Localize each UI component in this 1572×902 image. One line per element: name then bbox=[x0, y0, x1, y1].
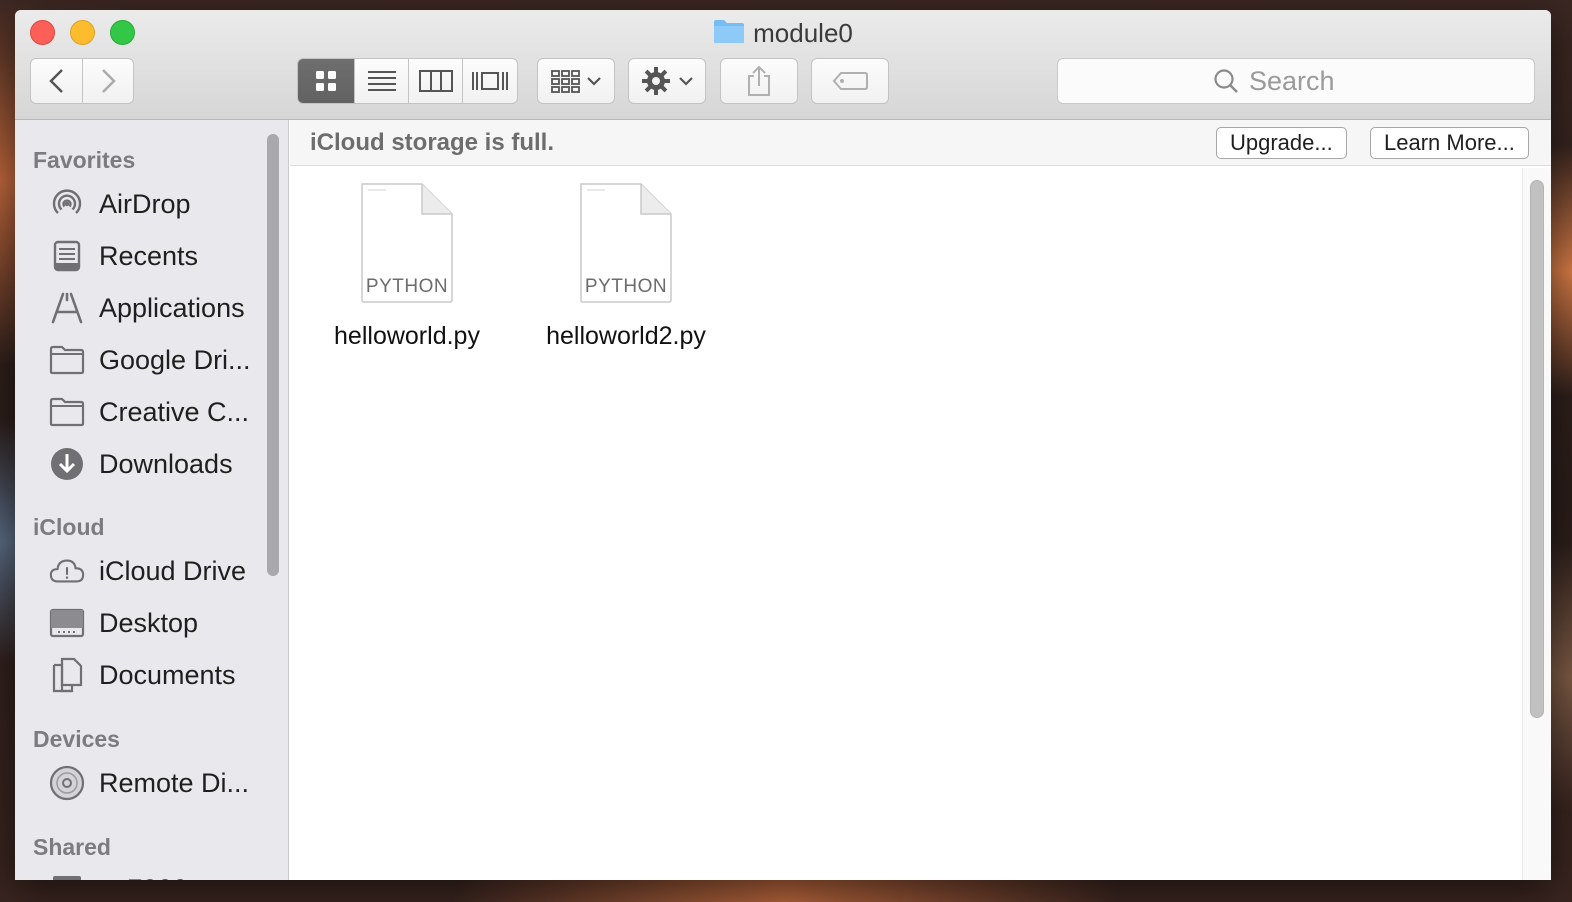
share-icon bbox=[748, 65, 770, 96]
folder-icon bbox=[49, 342, 85, 378]
downloads-icon bbox=[49, 446, 85, 482]
finder-window: module0 Search Favorites AirDrop Recents… bbox=[15, 10, 1551, 880]
columns-icon bbox=[418, 70, 453, 92]
nav-buttons bbox=[30, 58, 134, 104]
file-kind-label: PYTHON bbox=[365, 276, 449, 297]
gallery-view-button[interactable] bbox=[463, 59, 517, 103]
sidebar-section-favorites: Favorites bbox=[33, 147, 136, 173]
sidebar-item-applications[interactable]: Applications bbox=[49, 285, 269, 331]
sidebar-item-recents[interactable]: Recents bbox=[49, 233, 269, 279]
list-icon bbox=[367, 71, 396, 91]
chevron-down-icon bbox=[679, 77, 693, 86]
window-title-text: module0 bbox=[753, 18, 853, 48]
python-file-icon: PYTHON bbox=[579, 182, 673, 304]
window-title: module0 bbox=[15, 16, 1551, 50]
computer-icon bbox=[49, 871, 85, 880]
sidebar-item-desktop[interactable]: Desktop bbox=[49, 600, 269, 646]
sidebar-item-label: ex7300 bbox=[99, 874, 188, 881]
icon-view-button[interactable] bbox=[298, 59, 355, 103]
folder-icon bbox=[713, 18, 745, 52]
banner-message: iCloud storage is full. bbox=[310, 129, 555, 156]
back-button[interactable] bbox=[31, 59, 83, 103]
cover-flow-icon bbox=[472, 72, 508, 90]
forward-button[interactable] bbox=[83, 59, 133, 103]
chevron-right-icon bbox=[102, 69, 116, 93]
chevron-down-icon bbox=[587, 77, 601, 86]
sidebar: Favorites AirDrop Recents Applications G… bbox=[15, 120, 289, 880]
group-by-button[interactable] bbox=[537, 58, 615, 104]
sidebar-section-icloud: iCloud bbox=[33, 514, 105, 540]
sidebar-section-devices: Devices bbox=[33, 726, 120, 752]
file-browser: iCloud storage is full. Upgrade... Learn… bbox=[290, 120, 1551, 880]
file-item[interactable]: PYTHON helloworld2.py bbox=[526, 182, 726, 351]
icloud-storage-banner: iCloud storage is full. Upgrade... Learn… bbox=[290, 120, 1551, 166]
airdrop-icon bbox=[49, 186, 85, 222]
sidebar-item-google-drive[interactable]: Google Dri... bbox=[49, 337, 269, 383]
sidebar-item-shared-computer[interactable]: ex7300 bbox=[49, 866, 269, 880]
sidebar-item-remote-disc[interactable]: Remote Di... bbox=[49, 760, 269, 806]
chevron-left-icon bbox=[48, 69, 63, 93]
search-input[interactable] bbox=[1249, 65, 1379, 97]
column-view-button[interactable] bbox=[409, 59, 463, 103]
toolbar: module0 bbox=[15, 10, 1551, 120]
list-view-button[interactable] bbox=[355, 59, 409, 103]
sidebar-item-label: Recents bbox=[99, 240, 199, 271]
file-item[interactable]: PYTHON helloworld.py bbox=[307, 182, 507, 351]
file-name: helloworld2.py bbox=[546, 322, 706, 350]
sidebar-item-downloads[interactable]: Downloads bbox=[49, 441, 269, 487]
recents-icon bbox=[49, 238, 85, 274]
sidebar-item-label: Google Dri... bbox=[99, 344, 251, 375]
search-field[interactable] bbox=[1057, 58, 1535, 104]
applications-icon bbox=[49, 290, 85, 326]
sidebar-item-label: iCloud Drive bbox=[99, 555, 247, 586]
desktop-icon bbox=[49, 605, 85, 641]
share-button[interactable] bbox=[720, 58, 798, 104]
sidebar-item-label: Applications bbox=[99, 292, 245, 323]
sidebar-item-label: Creative C... bbox=[99, 396, 250, 427]
python-file-icon: PYTHON bbox=[360, 182, 454, 304]
view-mode-control bbox=[297, 58, 518, 104]
tag-icon bbox=[832, 72, 868, 90]
cloud-icon bbox=[49, 553, 85, 589]
sidebar-item-documents[interactable]: Documents bbox=[49, 652, 269, 698]
disc-icon bbox=[49, 765, 85, 801]
sidebar-item-label: Documents bbox=[99, 659, 236, 690]
tags-button[interactable] bbox=[811, 58, 889, 104]
group-grid-icon bbox=[551, 70, 580, 93]
action-menu-button[interactable] bbox=[628, 58, 706, 104]
sidebar-item-icloud-drive[interactable]: iCloud Drive bbox=[49, 548, 269, 594]
sidebar-item-label: AirDrop bbox=[99, 188, 191, 219]
sidebar-item-airdrop[interactable]: AirDrop bbox=[49, 181, 269, 227]
sidebar-item-label: Desktop bbox=[99, 607, 199, 638]
folder-icon bbox=[49, 394, 85, 430]
documents-icon bbox=[49, 657, 85, 693]
content-scrollbar[interactable] bbox=[1530, 180, 1544, 718]
file-name: helloworld.py bbox=[334, 322, 480, 350]
sidebar-item-label: Downloads bbox=[99, 448, 233, 479]
file-kind-label: PYTHON bbox=[584, 276, 668, 297]
search-icon bbox=[1214, 69, 1238, 93]
grid-icon bbox=[316, 71, 336, 91]
sidebar-item-creative-cloud[interactable]: Creative C... bbox=[49, 389, 269, 435]
learn-more-button[interactable]: Learn More... bbox=[1370, 127, 1529, 159]
sidebar-item-label: Remote Di... bbox=[99, 767, 250, 798]
upgrade-button[interactable]: Upgrade... bbox=[1216, 127, 1347, 159]
gear-icon bbox=[642, 67, 670, 95]
sidebar-section-shared: Shared bbox=[33, 834, 111, 860]
